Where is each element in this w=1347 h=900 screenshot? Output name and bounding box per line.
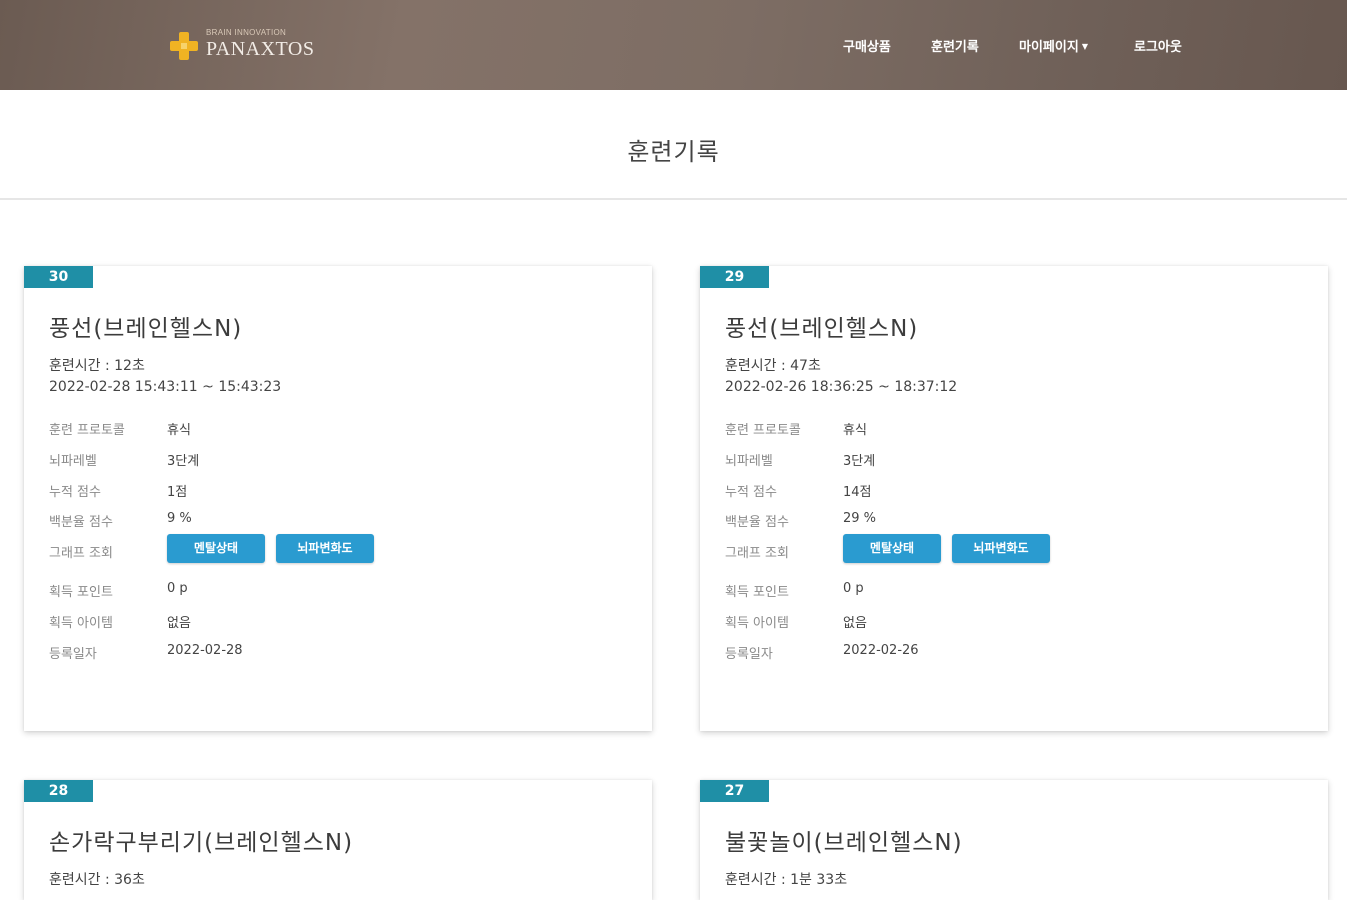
row-reg-date: 등록일자 2022-02-28 [49, 643, 629, 663]
mental-state-button[interactable]: 멘탈상태 [167, 534, 265, 563]
brand-name: PANAXTOS [206, 38, 315, 60]
label-percent: 백분율 점수 [725, 515, 789, 530]
label-protocol: 훈련 프로토콜 [725, 423, 801, 438]
label-brain-level: 뇌파레벨 [725, 454, 773, 469]
label-reg-date: 등록일자 [725, 647, 773, 662]
record-number-badge: 27 [700, 780, 769, 802]
main-nav: 구매상품 훈련기록 마이페이지 ▼ 로그아웃 [843, 36, 1203, 55]
value-protocol: 휴식 [167, 423, 191, 438]
record-duration: 훈련시간 : 47초 [725, 358, 821, 374]
record-title: 손가락구부리기(브레인헬스N) [49, 830, 354, 856]
caret-down-icon: ▼ [1081, 42, 1088, 51]
nav-products[interactable]: 구매상품 [843, 36, 891, 55]
row-items: 획득 아이템 없음 [725, 612, 1305, 632]
row-brain-level: 뇌파레벨 3단계 [725, 450, 1305, 470]
value-items: 없음 [843, 616, 867, 631]
value-points: 0 p [843, 581, 864, 596]
row-graph: 그래프 조회 멘탈상태 뇌파변화도 [725, 534, 1305, 563]
nav-mypage-label: 마이페이지 [1019, 40, 1079, 55]
label-graph: 그래프 조회 [725, 546, 789, 561]
row-score: 누적 점수 14점 [725, 481, 1305, 501]
record-card: 27 불꽃놀이(브레인헬스N) 훈련시간 : 1분 33초 [700, 780, 1328, 900]
mental-state-button[interactable]: 멘탈상태 [843, 534, 941, 563]
record-time-range: 2022-02-26 18:36:25 ~ 18:37:12 [725, 379, 958, 395]
row-protocol: 훈련 프로토콜 휴식 [49, 419, 629, 439]
brand-logo[interactable]: BRAIN INNOVATION PANAXTOS [168, 28, 318, 64]
value-percent: 29 % [843, 511, 877, 526]
row-points: 획득 포인트 0 p [725, 581, 1305, 601]
record-card: 28 손가락구부리기(브레인헬스N) 훈련시간 : 36초 [24, 780, 652, 900]
cross-logo-icon [170, 32, 198, 60]
label-points: 획득 포인트 [49, 585, 113, 600]
value-brain-level: 3단계 [843, 454, 876, 469]
label-graph: 그래프 조회 [49, 546, 113, 561]
row-graph: 그래프 조회 멘탈상태 뇌파변화도 [49, 534, 629, 563]
row-points: 획득 포인트 0 p [49, 581, 629, 601]
nav-training[interactable]: 훈련기록 [931, 36, 979, 55]
label-score: 누적 점수 [49, 485, 101, 500]
value-points: 0 p [167, 581, 188, 596]
record-card: 29 풍선(브레인헬스N) 훈련시간 : 47초 2022-02-26 18:3… [700, 266, 1328, 731]
brand-tagline: BRAIN INNOVATION [206, 28, 287, 37]
top-navbar: BRAIN INNOVATION PANAXTOS 구매상품 훈련기록 마이페이… [0, 0, 1347, 90]
label-items: 획득 아이템 [725, 616, 789, 631]
record-title: 풍선(브레인헬스N) [725, 316, 919, 342]
row-brain-level: 뇌파레벨 3단계 [49, 450, 629, 470]
label-points: 획득 포인트 [725, 585, 789, 600]
record-duration: 훈련시간 : 12초 [49, 358, 145, 374]
label-percent: 백분율 점수 [49, 515, 113, 530]
value-score: 1점 [167, 485, 188, 500]
label-items: 획득 아이템 [49, 616, 113, 631]
label-protocol: 훈련 프로토콜 [49, 423, 125, 438]
brainwave-change-button[interactable]: 뇌파변화도 [952, 534, 1050, 563]
value-score: 14점 [843, 485, 872, 500]
record-title: 불꽃놀이(브레인헬스N) [725, 830, 963, 856]
value-protocol: 휴식 [843, 423, 867, 438]
record-number-badge: 29 [700, 266, 769, 288]
record-number-badge: 30 [24, 266, 93, 288]
row-items: 획득 아이템 없음 [49, 612, 629, 632]
value-percent: 9 % [167, 511, 192, 526]
record-card: 30 풍선(브레인헬스N) 훈련시간 : 12초 2022-02-28 15:4… [24, 266, 652, 731]
label-brain-level: 뇌파레벨 [49, 454, 97, 469]
row-score: 누적 점수 1점 [49, 481, 629, 501]
nav-logout[interactable]: 로그아웃 [1134, 36, 1182, 55]
value-reg-date: 2022-02-28 [167, 643, 243, 658]
nav-mypage[interactable]: 마이페이지 ▼ [1019, 36, 1088, 55]
row-protocol: 훈련 프로토콜 휴식 [725, 419, 1305, 439]
row-percent: 백분율 점수 9 % [49, 511, 629, 531]
value-brain-level: 3단계 [167, 454, 200, 469]
row-percent: 백분율 점수 29 % [725, 511, 1305, 531]
value-items: 없음 [167, 616, 191, 631]
value-reg-date: 2022-02-26 [843, 643, 919, 658]
page-title: 훈련기록 [627, 138, 720, 166]
record-title: 풍선(브레인헬스N) [49, 316, 243, 342]
record-duration: 훈련시간 : 36초 [49, 872, 145, 888]
record-time-range: 2022-02-28 15:43:11 ~ 15:43:23 [49, 379, 282, 395]
row-reg-date: 등록일자 2022-02-26 [725, 643, 1305, 663]
brainwave-change-button[interactable]: 뇌파변화도 [276, 534, 374, 563]
record-number-badge: 28 [24, 780, 93, 802]
record-duration: 훈련시간 : 1분 33초 [725, 872, 848, 888]
label-score: 누적 점수 [725, 485, 777, 500]
label-reg-date: 등록일자 [49, 647, 97, 662]
